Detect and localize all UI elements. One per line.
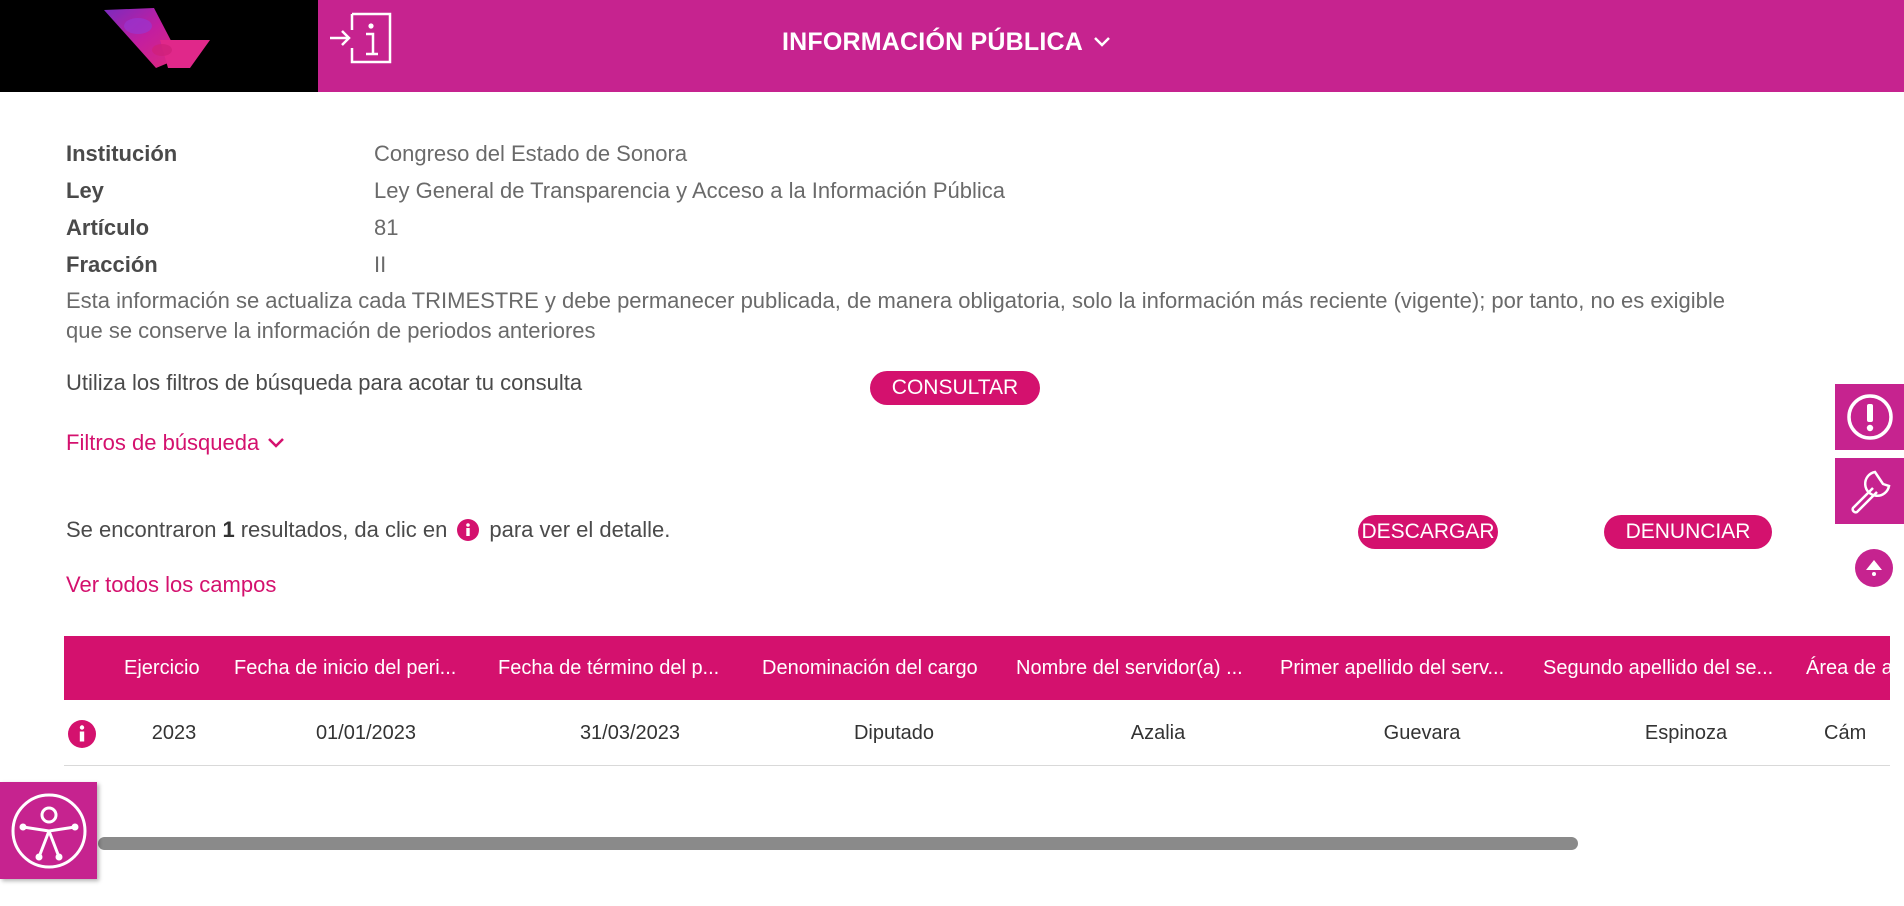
nav-title-label: INFORMACIÓN PÚBLICA	[782, 27, 1084, 56]
chevron-down-icon	[1094, 37, 1110, 47]
update-note: Esta información se actualiza cada TRIME…	[66, 288, 1726, 343]
view-all-fields-link[interactable]: Ver todos los campos	[66, 572, 276, 598]
alert-button[interactable]	[1835, 384, 1904, 450]
table-cell: 2023	[151, 721, 197, 744]
filter-hint: Utiliza los filtros de búsqueda para aco…	[66, 370, 583, 395]
search-filters-toggle[interactable]: Filtros de búsqueda	[66, 430, 285, 456]
login-info-icon[interactable]	[328, 8, 396, 68]
column-header[interactable]: Nombre del servidor(a) ...	[1016, 636, 1243, 700]
table-cell: 31/03/2023	[579, 721, 681, 744]
table-cell: Azalia	[1130, 721, 1186, 744]
table-row: 2023 01/01/2023 31/03/2023 Diputado Azal…	[64, 700, 1890, 766]
column-header[interactable]: Denominación del cargo	[762, 636, 978, 700]
nav-informacion-publica[interactable]: INFORMACIÓN PÚBLICA	[782, 22, 1111, 62]
logo-container	[0, 0, 318, 92]
meta-row-ley: Ley Ley General de Transparencia y Acces…	[66, 172, 1726, 209]
consultar-button[interactable]: CONSULTAR	[870, 371, 1040, 405]
column-header[interactable]: Fecha de inicio del peri...	[234, 636, 456, 700]
table-cell: Cám	[1824, 721, 1867, 744]
results-summary: Se encontraron 1 resultados, da clic en …	[66, 515, 670, 545]
wrench-icon	[1850, 470, 1890, 514]
table-header: Ejercicio Fecha de inicio del peri... Fe…	[64, 636, 1890, 700]
info-icon	[457, 519, 480, 541]
meta-value: Ley General de Transparencia y Acceso a …	[374, 177, 1006, 203]
arrow-up-icon	[1866, 560, 1882, 576]
meta-value: Congreso del Estado de Sonora	[374, 140, 688, 166]
meta-value: II	[374, 251, 387, 277]
column-header[interactable]: Segundo apellido del se...	[1543, 636, 1773, 700]
column-header[interactable]: Primer apellido del serv...	[1280, 636, 1504, 700]
horizontal-scrollbar[interactable]	[98, 837, 1578, 850]
table-cell: 01/01/2023	[315, 721, 417, 744]
accessibility-icon	[11, 793, 86, 868]
results-prefix: Se encontraron	[66, 517, 217, 542]
descargar-button[interactable]: DESCARGAR	[1358, 515, 1498, 549]
results-middle: resultados, da clic en	[240, 517, 448, 542]
row-detail-info-icon[interactable]	[68, 720, 96, 748]
pnt-logo[interactable]	[98, 6, 218, 72]
meta-label: Ley	[66, 177, 104, 203]
table-cell: Diputado	[853, 721, 935, 744]
tools-button[interactable]	[1835, 458, 1904, 524]
meta-label: Institución	[66, 140, 178, 166]
search-filters-label: Filtros de búsqueda	[66, 430, 260, 455]
meta-value: 81	[374, 214, 399, 240]
denunciar-button[interactable]: DENUNCIAR	[1604, 515, 1772, 549]
alert-icon	[1846, 394, 1893, 440]
table-cell: Guevara	[1383, 721, 1461, 744]
meta-row-fraccion: Fracción II	[66, 246, 1726, 283]
scroll-to-top-button[interactable]	[1855, 549, 1893, 587]
top-bar: INFORMACIÓN PÚBLICA	[0, 0, 1904, 92]
results-suffix: para ver el detalle.	[489, 517, 671, 542]
metadata-list: Institución Congreso del Estado de Sonor…	[66, 135, 1726, 283]
results-count: 1	[222, 517, 235, 542]
table-cell: Espinoza	[1644, 721, 1728, 744]
meta-row-articulo: Artículo 81	[66, 209, 1726, 246]
accessibility-button[interactable]	[0, 782, 97, 879]
column-header[interactable]: Área de a	[1806, 636, 1890, 700]
column-header[interactable]: Ejercicio	[124, 636, 200, 700]
meta-label: Fracción	[66, 251, 158, 277]
meta-label: Artículo	[66, 214, 150, 240]
chevron-down-icon	[268, 438, 285, 448]
meta-row-institucion: Institución Congreso del Estado de Sonor…	[66, 135, 1726, 172]
column-header[interactable]: Fecha de término del p...	[498, 636, 719, 700]
results-table: Ejercicio Fecha de inicio del peri... Fe…	[64, 636, 1890, 772]
